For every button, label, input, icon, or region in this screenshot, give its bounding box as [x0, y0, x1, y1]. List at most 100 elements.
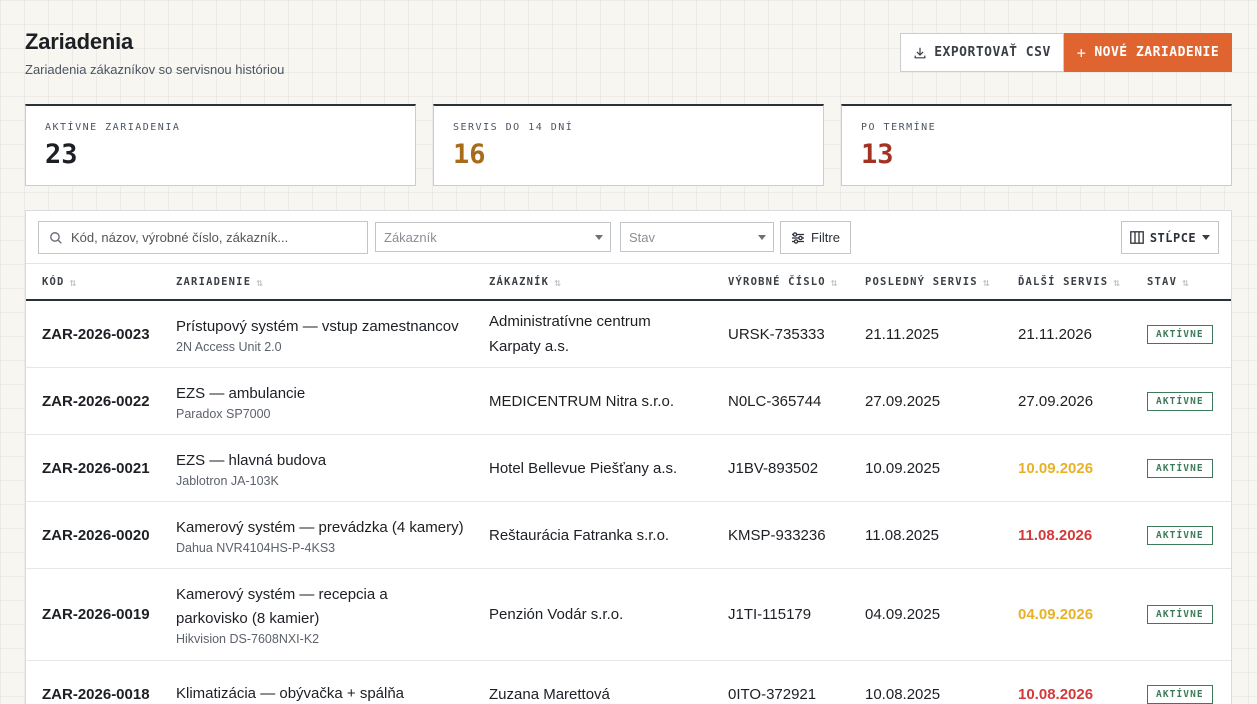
code-cell: ZAR-2026-0023	[42, 301, 150, 367]
last-service-cell: 11.08.2025	[865, 502, 939, 568]
status-cell: AKTÍVNE	[1147, 569, 1213, 660]
device-cell: EZS — ambulancie Paradox SP7000	[176, 368, 305, 434]
next-service-date: 10.09.2026	[1018, 459, 1094, 477]
stat-card-overdue: PO TERMÍNE 13	[841, 104, 1232, 186]
last-service-cell: 21.11.2025	[865, 301, 939, 367]
status-badge: AKTÍVNE	[1147, 525, 1213, 545]
stat-label: PO TERMÍNE	[861, 122, 937, 133]
column-header-last-service[interactable]: POSLEDNÝ SERVIS ⇅	[865, 264, 989, 300]
table-row[interactable]: ZAR-2026-0023 Prístupový systém — vstup z…	[26, 301, 1231, 368]
table-row[interactable]: ZAR-2026-0019 Kamerový systém — recepcia …	[26, 569, 1231, 661]
download-icon	[914, 47, 926, 58]
device-name: Kamerový systém — prevádzka (4 kamery)	[176, 518, 464, 536]
filters-button[interactable]: Filtre	[780, 221, 851, 254]
customer-cell: Hotel Bellevue Piešťany a.s.	[489, 435, 677, 501]
code-cell: ZAR-2026-0022	[42, 368, 150, 434]
last-service-date: 10.08.2025	[865, 685, 941, 703]
column-header-label: POSLEDNÝ SERVIS	[865, 276, 978, 288]
next-service-cell: 11.08.2026	[1018, 502, 1092, 568]
code-cell: ZAR-2026-0019	[42, 569, 150, 660]
search-box[interactable]	[38, 221, 368, 254]
status-cell: AKTÍVNE	[1147, 301, 1213, 367]
table-row[interactable]: ZAR-2026-0022 EZS — ambulancie Paradox SP7…	[26, 368, 1231, 435]
plus-icon: +	[1076, 43, 1087, 62]
sort-icon[interactable]: ⇅	[1113, 276, 1120, 289]
status-cell: AKTÍVNE	[1147, 661, 1213, 704]
sort-icon[interactable]: ⇅	[983, 276, 990, 289]
column-header-customer[interactable]: ZÁKAZNÍK ⇅	[489, 264, 561, 300]
device-model: Jablotron JA-103K	[176, 473, 279, 488]
next-service-date: 10.08.2026	[1018, 685, 1094, 703]
column-header-code[interactable]: KÓD ⇅	[42, 264, 76, 300]
table-row[interactable]: ZAR-2026-0018 Klimatizácia — obývačka + s…	[26, 661, 1231, 704]
next-service-cell: 10.08.2026	[1018, 661, 1093, 704]
customer-name: Administratívne centrum	[489, 313, 651, 330]
customer-cell: Administratívne centrum Karpaty a.s.	[489, 301, 651, 367]
sort-icon[interactable]: ⇅	[554, 276, 561, 289]
device-name: EZS — hlavná budova	[176, 451, 327, 469]
code-cell: ZAR-2026-0018	[42, 661, 150, 704]
customer-cell: Zuzana Marettová	[489, 661, 610, 704]
table-row[interactable]: ZAR-2026-0020 Kamerový systém — prevádzka…	[26, 502, 1231, 569]
search-icon	[50, 231, 62, 244]
status-select[interactable]: Stav	[620, 222, 774, 252]
status-badge: AKTÍVNE	[1147, 324, 1213, 344]
sort-icon[interactable]: ⇅	[70, 276, 77, 289]
device-name: Prístupový systém — vstup zamestnancov	[176, 317, 459, 335]
code-cell: ZAR-2026-0020	[42, 502, 150, 568]
device-name: parkovisko (8 kamier)	[176, 610, 320, 627]
serial-number: URSK-735333	[728, 325, 825, 343]
customer-name: Reštaurácia Fatranka s.r.o.	[489, 526, 670, 544]
column-header-next-service[interactable]: ĎALŠÍ SERVIS ⇅	[1018, 264, 1120, 300]
last-service-date: 10.09.2025	[865, 459, 941, 477]
search-input[interactable]	[71, 230, 351, 245]
last-service-date: 04.09.2025	[865, 606, 941, 623]
device-cell: EZS — hlavná budova Jablotron JA-103K	[176, 435, 326, 501]
column-header-device[interactable]: ZARIADENIE ⇅	[176, 264, 263, 300]
table-row[interactable]: ZAR-2026-0021 EZS — hlavná budova Jablotro…	[26, 435, 1231, 502]
chevron-down-icon	[1202, 235, 1211, 240]
status-badge: AKTÍVNE	[1147, 605, 1213, 624]
new-device-label: NOVÉ ZARIADENIE	[1094, 45, 1220, 60]
stat-value: 13	[861, 139, 894, 170]
table-body: ZAR-2026-0023 Prístupový systém — vstup z…	[26, 301, 1231, 704]
customer-name: Karpaty a.s.	[489, 338, 570, 355]
customer-cell: MEDICENTRUM Nitra s.r.o.	[489, 368, 674, 434]
export-csv-label: EXPORTOVAŤ CSV	[934, 45, 1051, 60]
next-service-date: 11.08.2026	[1018, 526, 1093, 544]
device-model: Hikvision DS-7608NXI-K2	[176, 632, 320, 646]
sort-icon[interactable]: ⇅	[1182, 276, 1189, 289]
device-name: EZS — ambulancie	[176, 384, 306, 402]
device-code: ZAR-2026-0021	[42, 459, 150, 477]
device-name: Kamerový systém — recepcia a	[176, 586, 388, 603]
device-code: ZAR-2026-0018	[42, 685, 150, 703]
device-cell: Prístupový systém — vstup zamestnancov 2N…	[176, 301, 459, 367]
serial-number: 0ITO-372921	[728, 685, 817, 703]
customer-name: Penzión Vodár s.r.o.	[489, 606, 624, 623]
customer-name: Hotel Bellevue Piešťany a.s.	[489, 459, 678, 477]
stat-card-service-soon: SERVIS DO 14 DNÍ 16	[433, 104, 824, 186]
customer-select[interactable]: Zákazník	[375, 222, 611, 252]
last-service-cell: 27.09.2025	[865, 368, 940, 434]
table-header: KÓD ⇅ ZARIADENIE ⇅ ZÁKAZNÍK ⇅ VÝROBNÉ ČÍSLO ⇅ PO…	[26, 263, 1231, 301]
column-header-label: STAV	[1147, 276, 1178, 288]
device-name: Klimatizácia — obývačka + spálňa	[176, 685, 405, 702]
stat-label: AKTÍVNE ZARIADENIA	[45, 122, 181, 133]
columns-button[interactable]: STĹPCE	[1121, 221, 1219, 254]
customer-name: Zuzana Marettová	[489, 685, 610, 703]
device-model: Dahua NVR4104HS-P-4KS3	[176, 540, 336, 555]
serial-number: J1TI-115179	[728, 606, 812, 623]
device-cell: Kamerový systém — recepcia a parkovisko (…	[176, 569, 388, 660]
last-service-date: 11.08.2025	[865, 526, 939, 544]
column-header-serial[interactable]: VÝROBNÉ ČÍSLO ⇅	[728, 264, 837, 300]
serial-cell: J1TI-115179	[728, 569, 811, 660]
new-device-button[interactable]: + NOVÉ ZARIADENIE	[1064, 33, 1232, 72]
device-cell: Kamerový systém — prevádzka (4 kamery) Da…	[176, 502, 464, 568]
last-service-cell: 10.08.2025	[865, 661, 940, 704]
next-service-date: 27.09.2026	[1018, 392, 1094, 410]
chevron-down-icon	[595, 234, 603, 240]
sort-icon[interactable]: ⇅	[831, 276, 838, 289]
export-csv-button[interactable]: EXPORTOVAŤ CSV	[900, 33, 1064, 72]
sort-icon[interactable]: ⇅	[256, 276, 263, 289]
column-header-status[interactable]: STAV ⇅	[1147, 264, 1189, 300]
